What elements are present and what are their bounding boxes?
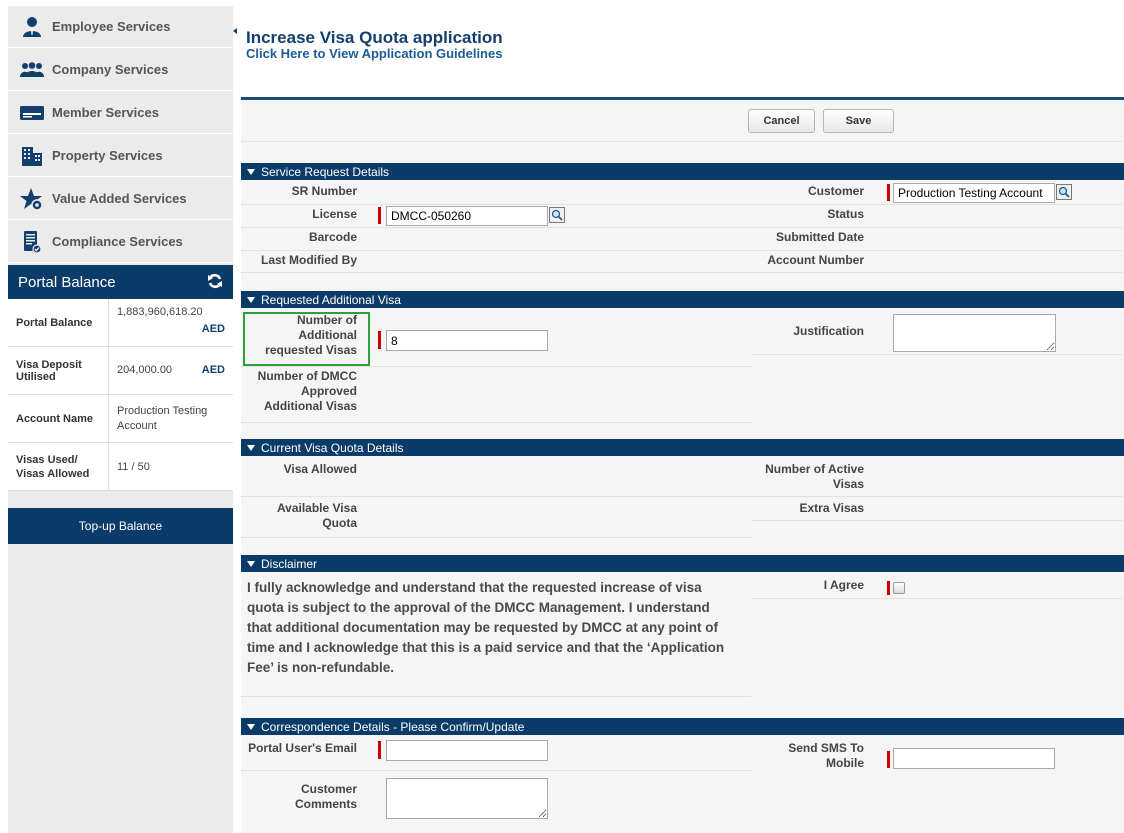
customer-input[interactable] [893, 183, 1055, 203]
topup-balance-button[interactable]: Top-up Balance [8, 508, 233, 544]
required-indicator [887, 581, 890, 595]
page-title: Increase Visa Quota application [246, 28, 503, 47]
customer-label: Customer [807, 184, 864, 198]
required-indicator [378, 741, 381, 759]
sidebar-item-property-services[interactable]: Property Services [8, 135, 233, 177]
sidebar-item-value-added-services[interactable]: Value Added Services [8, 178, 233, 220]
send-sms-label: Send SMS To Mobile [788, 741, 864, 770]
required-indicator [887, 751, 890, 768]
save-button[interactable]: Save [823, 109, 894, 133]
section-header-disclaimer[interactable]: Disclaimer [241, 555, 1124, 572]
sidebar-item-label: Value Added Services [52, 191, 187, 206]
sidebar-item-label: Member Services [52, 105, 159, 120]
i-agree-label: I Agree [823, 578, 864, 592]
submitted-date-label: Submitted Date [775, 230, 864, 244]
section-header-service-request[interactable]: Service Request Details [241, 163, 1124, 180]
customer-comments-label: Customer Comments [294, 782, 357, 811]
refresh-icon[interactable] [207, 273, 223, 292]
extra-visas-label: Extra Visas [799, 501, 865, 515]
status-label: Status [827, 207, 864, 221]
guidelines-link[interactable]: Click Here to View Application Guideline… [246, 46, 502, 61]
portal-balance-header: Portal Balance [8, 265, 233, 299]
sidebar-item-employee-services[interactable]: Employee Services [8, 6, 237, 48]
num-additional-visas-label: Number of Additional requested Visas [265, 313, 357, 357]
employee-icon [20, 15, 44, 39]
balance-row-label: Portal Balance [8, 299, 109, 346]
i-agree-checkbox[interactable] [893, 582, 905, 594]
star-gear-icon [20, 187, 44, 211]
form-panel: Cancel Save Service Request Details SR N… [241, 97, 1124, 833]
required-indicator [378, 207, 381, 224]
portal-balance-currency: AED [201, 323, 225, 335]
license-label: License [312, 207, 357, 221]
lookup-icon[interactable] [549, 207, 565, 223]
barcode-label: Barcode [308, 230, 357, 244]
section-header-correspondence[interactable]: Correspondence Details - Please Confirm/… [241, 718, 1124, 735]
license-input[interactable] [386, 206, 548, 226]
sidebar-item-label: Compliance Services [52, 234, 183, 249]
account-number-label: Account Number [767, 253, 864, 267]
balance-row: Account Name Production Testing Account [8, 395, 233, 443]
available-quota-label: Available Visa Quota [276, 501, 357, 530]
building-icon [20, 144, 44, 168]
balance-row-label: Visa Deposit Utilised [8, 347, 109, 394]
sr-number-label: SR Number [291, 184, 357, 198]
sidebar-item-label: Property Services [52, 148, 163, 163]
portal-balance-table: Portal Balance 1,883,960,618.20 AED Visa… [8, 299, 233, 491]
sidebar-item-company-services[interactable]: Company Services [8, 49, 233, 91]
sidebar-item-label: Employee Services [52, 19, 171, 34]
num-approved-visas-label: Number of DMCC Approved Additional Visas [257, 369, 357, 413]
collapse-triangle-icon [247, 296, 255, 303]
collapse-triangle-icon [247, 444, 255, 451]
balance-row: Visas Used/ Visas Allowed 11 / 50 [8, 443, 233, 491]
disclaimer-text: I fully acknowledge and understand that … [247, 580, 725, 675]
visas-used-value: 11 / 50 [117, 460, 150, 473]
sidebar-item-member-services[interactable]: Member Services [8, 92, 233, 134]
section-title: Disclaimer [261, 556, 318, 571]
sidebar-item-label: Company Services [52, 62, 169, 77]
balance-row-label: Account Name [8, 395, 109, 442]
sidebar-item-compliance-services[interactable]: Compliance Services [8, 221, 233, 263]
cancel-button[interactable]: Cancel [748, 109, 815, 133]
section-header-current-quota[interactable]: Current Visa Quota Details [241, 439, 1124, 456]
required-indicator [887, 184, 890, 201]
justification-label: Justification [793, 324, 864, 338]
section-title: Correspondence Details - Please Confirm/… [261, 719, 525, 734]
justification-textarea[interactable] [893, 314, 1056, 352]
collapse-triangle-icon [247, 560, 255, 567]
section-title: Service Request Details [261, 164, 390, 179]
customer-comments-textarea[interactable] [386, 778, 548, 819]
portal-balance-title: Portal Balance [18, 273, 116, 291]
portal-email-input[interactable] [386, 740, 548, 761]
visa-deposit-currency: AED [201, 364, 225, 376]
active-visas-label: Number of Active Visas [765, 462, 864, 491]
balance-row-label: Visas Used/ Visas Allowed [8, 443, 109, 490]
visa-deposit-value: 204,000.00 [117, 364, 173, 376]
section-title: Requested Additional Visa [261, 292, 401, 307]
member-card-icon [20, 101, 44, 125]
button-bar: Cancel Save [241, 100, 1124, 142]
collapse-arrow-icon[interactable] [233, 28, 237, 34]
required-indicator [378, 331, 381, 349]
balance-row: Portal Balance 1,883,960,618.20 AED [8, 299, 233, 347]
num-additional-visas-input[interactable] [386, 330, 548, 351]
collapse-triangle-icon [247, 723, 255, 730]
section-header-requested-visa[interactable]: Requested Additional Visa [241, 291, 1124, 308]
last-modified-label: Last Modified By [260, 253, 357, 267]
visa-allowed-label: Visa Allowed [283, 462, 357, 476]
sms-mobile-input[interactable] [893, 748, 1055, 769]
company-icon [20, 58, 44, 82]
portal-email-label: Portal User's Email [248, 741, 357, 755]
portal-balance-value: 1,883,960,618.20 [117, 306, 203, 318]
section-title: Current Visa Quota Details [261, 440, 404, 455]
sidebar: Employee Services Company Services Membe… [8, 6, 237, 833]
balance-row: Visa Deposit Utilised 204,000.00 AED [8, 347, 233, 395]
collapse-triangle-icon [247, 168, 255, 175]
compliance-document-icon [20, 230, 44, 254]
account-name-value: Production Testing Account [117, 404, 208, 432]
lookup-icon[interactable] [1056, 184, 1072, 200]
